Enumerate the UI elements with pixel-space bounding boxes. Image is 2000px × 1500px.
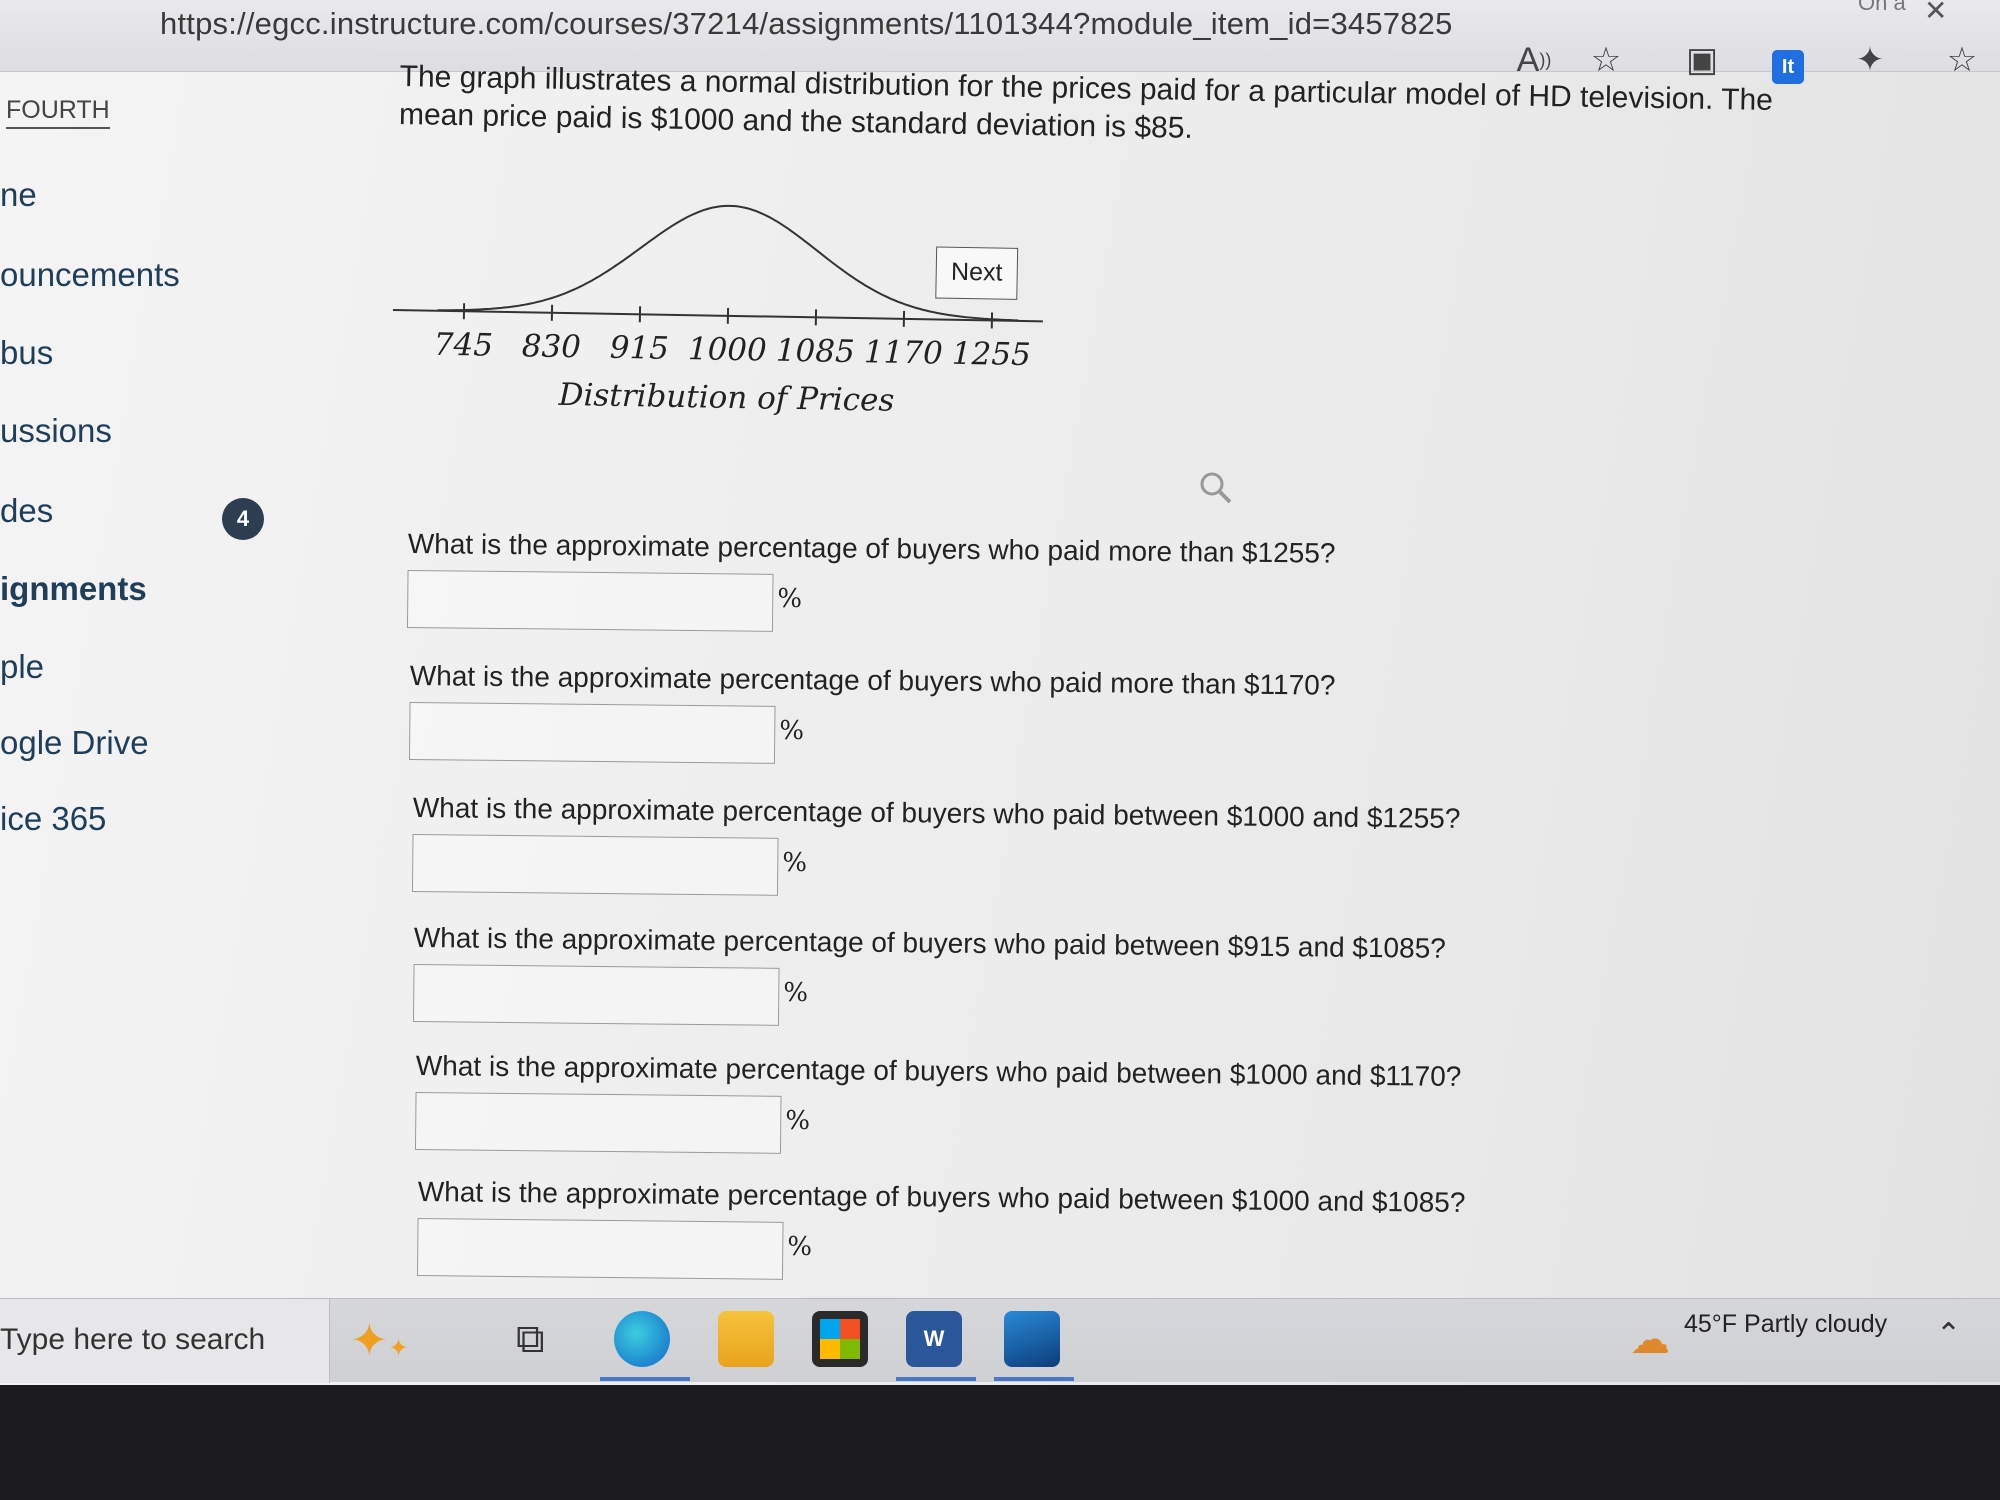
percent-unit: % [785, 1105, 811, 1137]
percent-unit: % [777, 583, 803, 615]
nav-item-grades[interactable]: des [0, 492, 53, 530]
read-aloud-icon[interactable]: A)) [1512, 38, 1556, 82]
normal-distribution-chart: 745 830 915 1000 1085 1170 1255 Distribution o… [390, 195, 1245, 520]
chevron-up-icon[interactable]: ⌃ [1936, 1317, 1961, 1352]
percent-unit: % [782, 847, 808, 879]
x-tick-label: 1000 [688, 331, 768, 368]
answer-input-5[interactable] [414, 1091, 782, 1154]
question-text: What is the approximate percentage of bu… [415, 1050, 1462, 1092]
browser-toolbar: https://egcc.instructure.com/courses/372… [0, 0, 2000, 84]
photos-app-icon[interactable] [1004, 1311, 1060, 1367]
weather-icon[interactable]: ☁ [1630, 1317, 1670, 1363]
word-app-icon[interactable]: W [906, 1311, 962, 1367]
question-text: What is the approximate percentage of bu… [412, 792, 1461, 834]
taskbar-search-box[interactable]: Type here to search [0, 1299, 330, 1383]
address-bar[interactable]: https://egcc.instructure.com/courses/372… [160, 6, 1453, 42]
answer-input-4[interactable] [412, 963, 780, 1026]
nav-item-assignments[interactable]: ignments [0, 570, 147, 608]
word-active-indicator [896, 1377, 976, 1381]
question-1: What is the approximate percentage of bu… [406, 528, 1336, 638]
zoom-magnifier-icon[interactable] [1198, 470, 1234, 506]
percent-unit: % [787, 1231, 813, 1263]
question-2: What is the approximate percentage of bu… [408, 660, 1336, 770]
question-6: What is the approximate percentage of bu… [416, 1176, 1466, 1287]
question-text: What is the approximate percentage of bu… [409, 660, 1336, 701]
x-tick-label: 915 [609, 330, 669, 367]
extension-badge-icon[interactable]: It [1772, 50, 1804, 84]
question-3: What is the approximate percentage of bu… [411, 792, 1461, 903]
next-button[interactable]: Next [935, 246, 1019, 300]
x-tick-label: 830 [521, 328, 581, 365]
question-5: What is the approximate percentage of bu… [414, 1050, 1462, 1161]
extensions-puzzle-icon[interactable]: ✦ [1848, 38, 1892, 82]
active-app-indicator [600, 1377, 690, 1381]
weather-text: 45°F Partly cloudy [1684, 1310, 1888, 1338]
answer-input-1[interactable] [406, 569, 774, 632]
chart-svg: 745 830 915 1000 1085 1170 1255 Distribution o… [392, 204, 1043, 419]
nav-item-announcements[interactable]: ouncements [0, 256, 180, 294]
nav-item-google-drive[interactable]: ogle Drive [0, 724, 149, 762]
question-text: What is the approximate percentage of bu… [417, 1176, 1466, 1218]
photos-active-indicator [994, 1377, 1074, 1381]
course-label: FOURTH [6, 96, 110, 129]
taskbar-search-placeholder: Type here to search [0, 1323, 266, 1356]
nav-item-office-365[interactable]: ice 365 [0, 800, 106, 838]
x-axis [392, 308, 1043, 323]
x-tick-label: 1255 [952, 336, 1032, 373]
grades-count-badge: 4 [222, 498, 264, 540]
percent-unit: % [783, 977, 809, 1009]
x-tick-label: 1170 [864, 334, 944, 371]
window-tag: On a [1858, 0, 1906, 15]
question-text: What is the approximate percentage of bu… [407, 528, 1336, 569]
task-view-icon[interactable]: ⧉ [516, 1317, 545, 1362]
edge-browser-icon[interactable] [614, 1311, 670, 1367]
add-favorite-icon[interactable]: ☆ [1584, 38, 1628, 82]
nav-item-home[interactable]: ne [0, 176, 37, 214]
answer-input-6[interactable] [416, 1217, 784, 1280]
x-tick-label: 1085 [776, 333, 856, 370]
copilot-sparkle-icon[interactable]: ✦✦ [350, 1313, 409, 1367]
file-explorer-icon[interactable] [718, 1311, 774, 1367]
nav-item-discussions[interactable]: ussions [0, 412, 112, 450]
answer-input-3[interactable] [411, 833, 779, 896]
nav-item-people[interactable]: ple [0, 648, 44, 686]
close-icon[interactable]: ✕ [1924, 0, 1947, 27]
microsoft-store-icon[interactable] [812, 1311, 868, 1367]
answer-input-2[interactable] [408, 701, 776, 764]
nav-item-syllabus[interactable]: bus [0, 334, 53, 372]
percent-unit: % [779, 715, 805, 747]
screen: https://egcc.instructure.com/courses/372… [0, 0, 2000, 1385]
question-4: What is the approximate percentage of bu… [412, 922, 1446, 1033]
x-axis-label: Distribution of Prices [557, 377, 894, 419]
extension-icon[interactable]: ▣ [1680, 38, 1724, 82]
x-tick-label: 745 [433, 327, 493, 364]
question-text: What is the approximate percentage of bu… [413, 922, 1446, 964]
favorites-icon[interactable]: ☆ [1940, 38, 1984, 82]
normal-curve [437, 204, 1019, 322]
